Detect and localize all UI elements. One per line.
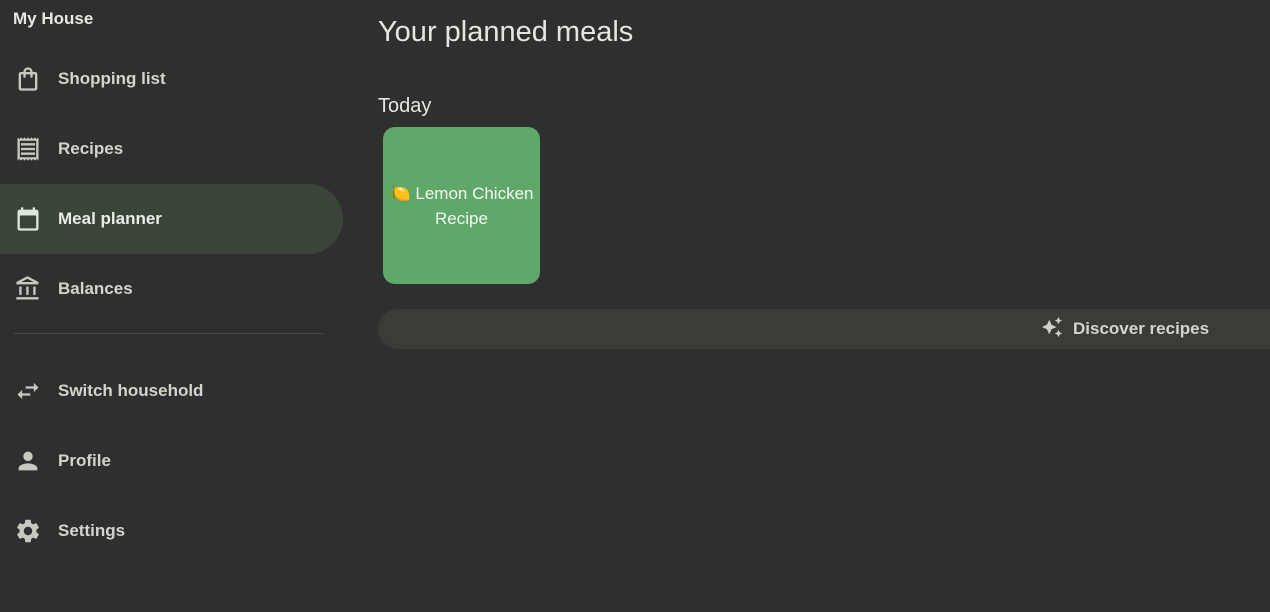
meal-card-label: 🍋 Lemon Chicken Recipe — [389, 183, 534, 228]
sidebar-item-settings[interactable]: Settings — [0, 496, 343, 566]
section-heading-today: Today — [378, 95, 432, 117]
discover-recipes-button[interactable]: Discover recipes — [378, 309, 1270, 349]
sidebar-item-meal-planner[interactable]: Meal planner — [0, 184, 343, 254]
sidebar-item-recipes[interactable]: Recipes — [0, 114, 343, 184]
sidebar-item-balances[interactable]: Balances — [0, 254, 343, 324]
sidebar-item-label: Shopping list — [58, 69, 166, 88]
person-icon — [14, 447, 42, 475]
shopping-bag-icon — [14, 65, 42, 93]
receipt-icon — [14, 135, 42, 163]
calendar-icon — [14, 205, 42, 233]
sparkle-icon — [1041, 316, 1063, 343]
page-title: Your planned meals — [378, 16, 634, 48]
household-name: My House — [13, 9, 94, 28]
sidebar-item-shopping-list[interactable]: Shopping list — [0, 44, 343, 114]
sidebar-item-label: Recipes — [58, 139, 124, 158]
discover-recipes-content: Discover recipes — [1041, 309, 1209, 349]
app: My House Shopping list Recipes Meal plan… — [0, 0, 1270, 612]
discover-recipes-label: Discover recipes — [1073, 319, 1210, 338]
sidebar: My House Shopping list Recipes Meal plan… — [0, 0, 344, 612]
swap-arrows-icon — [14, 377, 42, 405]
sidebar-item-label: Settings — [58, 521, 126, 540]
gear-icon — [14, 517, 42, 545]
sidebar-item-label: Meal planner — [58, 209, 162, 228]
sidebar-item-switch-household[interactable]: Switch household — [0, 356, 343, 426]
bank-icon — [14, 275, 42, 303]
sidebar-item-profile[interactable]: Profile — [0, 426, 343, 496]
sidebar-divider — [14, 333, 323, 334]
sidebar-item-label: Balances — [58, 279, 133, 298]
meal-card[interactable]: 🍋 Lemon Chicken Recipe — [383, 127, 540, 284]
sidebar-item-label: Switch household — [58, 381, 204, 400]
sidebar-item-label: Profile — [58, 451, 111, 470]
